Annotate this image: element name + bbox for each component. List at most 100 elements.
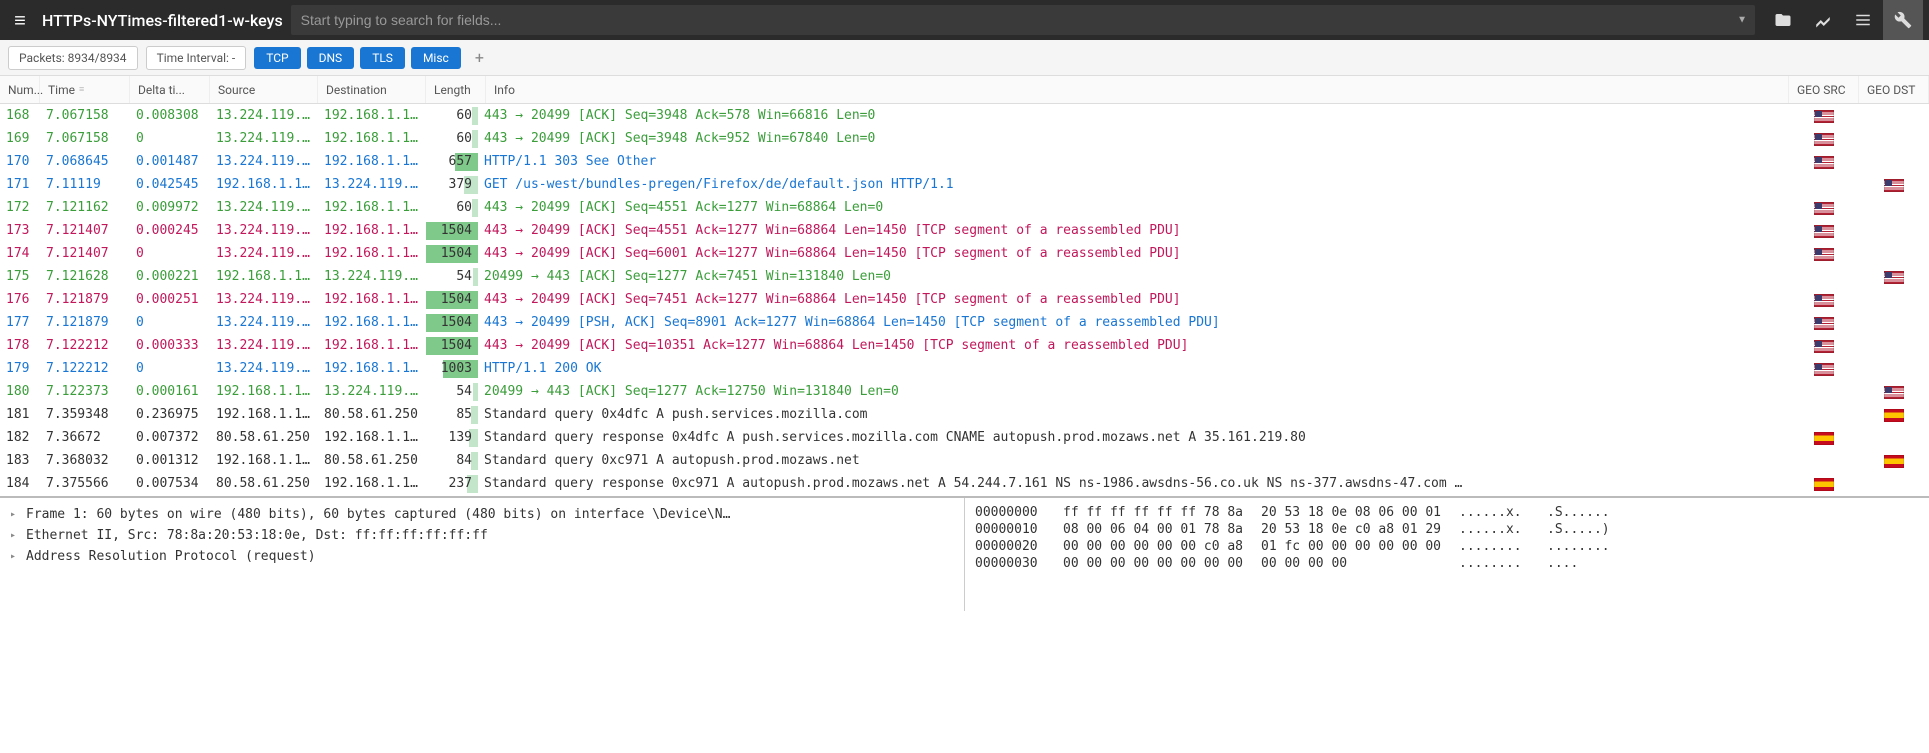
filter-chip-tcp[interactable]: TCP [254, 47, 300, 69]
cell-time: 7.11119 [40, 177, 130, 192]
cell-dst: 192.168.1.140 [318, 131, 426, 146]
table-row[interactable]: 1807.1223730.000161192.168.1.14013.224.1… [0, 380, 1929, 403]
cell-num: 175 [0, 269, 40, 284]
folder-icon[interactable] [1763, 0, 1803, 40]
col-geosrc[interactable]: GEO SRC [1789, 76, 1859, 103]
cell-dst: 192.168.1.140 [318, 338, 426, 353]
hex-row[interactable]: 0000002000 00 00 00 00 00 c0 a801 fc 00 … [975, 538, 1919, 555]
tree-node[interactable]: ▸Address Resolution Protocol (request) [10, 546, 954, 567]
cell-dst: 13.224.119.32 [318, 177, 426, 192]
flag-es-icon [1884, 409, 1904, 422]
cell-len: 54 [426, 267, 478, 287]
search-input[interactable] [291, 5, 1755, 35]
cell-info: HTTP/1.1 303 See Other [478, 154, 1789, 169]
cell-geosrc [1789, 474, 1859, 493]
table-row[interactable]: 1767.1218790.00025113.224.119.32192.168.… [0, 288, 1929, 311]
hex-row[interactable]: 0000001008 00 06 04 00 01 78 8a20 53 18 … [975, 521, 1919, 538]
cell-dst: 80.58.61.250 [318, 453, 426, 468]
tree-node[interactable]: ▸Frame 1: 60 bytes on wire (480 bits), 6… [10, 504, 954, 525]
cell-num: 169 [0, 131, 40, 146]
cell-time: 7.068645 [40, 154, 130, 169]
cell-len: 60 [426, 106, 478, 126]
top-bar: ≡ HTTPs-NYTimes-filtered1-w-keys ▼ [0, 0, 1929, 40]
cell-geosrc [1789, 428, 1859, 447]
search-wrap: ▼ [291, 5, 1755, 35]
cell-info: Standard query response 0x4dfc A push.se… [478, 430, 1789, 445]
interval-pill[interactable]: Time Interval: - [146, 46, 247, 70]
table-row[interactable]: 1817.3593480.236975192.168.1.14080.58.61… [0, 403, 1929, 426]
packet-table[interactable]: 1687.0671580.00830813.224.119.32192.168.… [0, 104, 1929, 496]
hex-view[interactable]: 00000000ff ff ff ff ff ff 78 8a20 53 18 … [965, 498, 1929, 611]
table-row[interactable]: 1737.1214070.00024513.224.119.32192.168.… [0, 219, 1929, 242]
col-info[interactable]: Info [486, 76, 1789, 103]
flag-es-icon [1884, 455, 1904, 468]
cell-delta: 0.001487 [130, 154, 210, 169]
packet-tree[interactable]: ▸Frame 1: 60 bytes on wire (480 bits), 6… [0, 498, 965, 611]
toolbar-icons [1763, 0, 1923, 40]
col-num[interactable]: Num... [0, 76, 40, 103]
cell-num: 184 [0, 476, 40, 491]
cell-num: 176 [0, 292, 40, 307]
cell-src: 192.168.1.140 [210, 177, 318, 192]
table-row[interactable]: 1697.067158013.224.119.32192.168.1.14060… [0, 127, 1929, 150]
cell-delta: 0.000245 [130, 223, 210, 238]
cell-time: 7.121628 [40, 269, 130, 284]
col-dest[interactable]: Destination [318, 76, 426, 103]
cell-dst: 13.224.119.32 [318, 269, 426, 284]
cell-src: 13.224.119.32 [210, 246, 318, 261]
chevron-right-icon: ▸ [10, 509, 20, 520]
col-geodst[interactable]: GEO DST [1859, 76, 1929, 103]
hex-row[interactable]: 00000000ff ff ff ff ff ff 78 8a20 53 18 … [975, 504, 1919, 521]
list-icon[interactable] [1843, 0, 1883, 40]
wrench-icon[interactable] [1883, 0, 1923, 40]
menu-icon[interactable]: ≡ [6, 8, 34, 33]
flag-us-icon [1814, 248, 1834, 261]
cell-len: 60 [426, 129, 478, 149]
flag-us-icon [1814, 317, 1834, 330]
table-row[interactable]: 1687.0671580.00830813.224.119.32192.168.… [0, 104, 1929, 127]
packets-pill[interactable]: Packets: 8934/8934 [8, 46, 138, 70]
tree-node[interactable]: ▸Ethernet II, Src: 78:8a:20:53:18:0e, Ds… [10, 525, 954, 546]
table-row[interactable]: 1727.1211620.00997213.224.119.32192.168.… [0, 196, 1929, 219]
filter-chip-tls[interactable]: TLS [360, 47, 405, 69]
cell-geosrc [1789, 198, 1859, 217]
table-row[interactable]: 1747.121407013.224.119.32192.168.1.14015… [0, 242, 1929, 265]
table-row[interactable]: 1777.121879013.224.119.32192.168.1.14015… [0, 311, 1929, 334]
cell-delta: 0 [130, 131, 210, 146]
add-filter-button[interactable]: + [469, 48, 490, 67]
cell-len: 139 [426, 428, 478, 448]
table-row[interactable]: 1847.3755660.00753480.58.61.250192.168.1… [0, 472, 1929, 495]
cell-src: 13.224.119.32 [210, 361, 318, 376]
table-row[interactable]: 1797.122212013.224.119.32192.168.1.14010… [0, 357, 1929, 380]
cell-dst: 192.168.1.140 [318, 246, 426, 261]
cell-geosrc [1789, 336, 1859, 355]
chart-icon[interactable] [1803, 0, 1843, 40]
col-delta[interactable]: Delta ti... [130, 76, 210, 103]
col-length[interactable]: Length [426, 76, 486, 103]
col-source[interactable]: Source [210, 76, 318, 103]
cell-time: 7.359348 [40, 407, 130, 422]
flag-us-icon [1814, 294, 1834, 307]
flag-us-icon [1884, 386, 1904, 399]
filter-chip-misc[interactable]: Misc [411, 47, 461, 69]
table-row[interactable]: 1717.111190.042545192.168.1.14013.224.11… [0, 173, 1929, 196]
cell-dst: 192.168.1.140 [318, 361, 426, 376]
table-row[interactable]: 1827.366720.00737280.58.61.250192.168.1.… [0, 426, 1929, 449]
cell-len: 1504 [426, 221, 478, 241]
filter-chip-dns[interactable]: DNS [307, 47, 355, 69]
col-time[interactable]: Time≡ [40, 76, 130, 103]
table-row[interactable]: 1787.1222120.00033313.224.119.32192.168.… [0, 334, 1929, 357]
cell-delta: 0.000221 [130, 269, 210, 284]
table-row[interactable]: 1837.3680320.001312192.168.1.14080.58.61… [0, 449, 1929, 472]
table-row[interactable]: 1757.1216280.000221192.168.1.14013.224.1… [0, 265, 1929, 288]
cell-delta: 0 [130, 315, 210, 330]
table-row[interactable]: 1707.0686450.00148713.224.119.32192.168.… [0, 150, 1929, 173]
cell-time: 7.121162 [40, 200, 130, 215]
chevron-right-icon: ▸ [10, 530, 20, 541]
table-header: Num... Time≡ Delta ti... Source Destinat… [0, 76, 1929, 104]
cell-info: GET /us-west/bundles-pregen/Firefox/de/d… [478, 177, 1789, 192]
hex-row[interactable]: 0000003000 00 00 00 00 00 00 0000 00 00 … [975, 555, 1919, 572]
sort-icon: ≡ [79, 84, 84, 95]
cell-delta: 0.007534 [130, 476, 210, 491]
cell-dst: 192.168.1.140 [318, 154, 426, 169]
